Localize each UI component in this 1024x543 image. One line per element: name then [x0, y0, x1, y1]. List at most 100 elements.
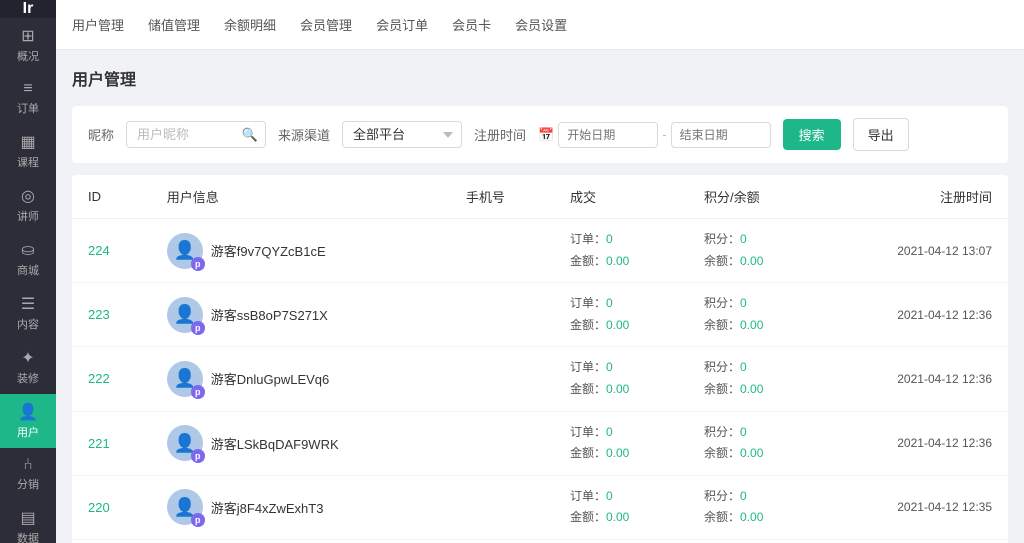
nickname-input-wrap: 🔍: [126, 121, 266, 148]
sidebar-logo: Ir: [0, 0, 56, 18]
page-title: 用户管理: [72, 66, 1008, 90]
table-row: 222👤p游客DnluGpwLEVq6 订单：0金额：0.00积分：0余额：0.0…: [72, 347, 1008, 411]
nav-balance-detail[interactable]: 余额明细: [224, 11, 276, 38]
cell-phone: [450, 475, 554, 539]
data-icon: ▤: [20, 508, 35, 528]
source-select[interactable]: 全部平台 微信 支付宝 H5: [342, 121, 462, 148]
sidebar-item-label: 分销: [17, 476, 39, 492]
top-nav: 用户管理 储值管理 余额明细 会员管理 会员订单 会员卡 会员设置: [56, 0, 1024, 50]
cell-id[interactable]: 219: [72, 539, 151, 543]
cell-phone: [450, 283, 554, 347]
table-header-row: ID 用户信息 手机号 成交 积分/余额 注册时间: [72, 175, 1008, 219]
cell-phone: [450, 539, 554, 543]
cell-deals: 订单：0金额：0.00: [554, 347, 688, 411]
sidebar-item-overview[interactable]: ⊞ 概况: [0, 18, 56, 72]
distribution-icon: ⑃: [23, 456, 33, 474]
col-points-balance: 积分/余额: [688, 175, 822, 219]
table-row: 220👤p游客j8F4xZwExhT3订单：0金额：0.00积分：0余额：0.0…: [72, 475, 1008, 539]
order-icon: ≡: [23, 80, 32, 98]
search-button[interactable]: 搜索: [783, 119, 841, 150]
cell-regtime: 2021-04-12 12:36: [822, 347, 1008, 411]
nav-user-management[interactable]: 用户管理: [72, 11, 124, 38]
main-area: 用户管理 储值管理 余额明细 会员管理 会员订单 会员卡 会员设置 用户管理 昵…: [56, 0, 1024, 543]
cell-userinfo: 👤p游客ssB8oP7S271X: [151, 283, 450, 347]
user-name: 游客DnluGpwLEVq6: [211, 369, 330, 388]
nav-member-settings[interactable]: 会员设置: [515, 11, 567, 38]
cell-phone: [450, 347, 554, 411]
cell-phone: [450, 411, 554, 475]
source-label: 来源渠道: [278, 125, 330, 144]
nav-member-order[interactable]: 会员订单: [376, 11, 428, 38]
date-separator: -: [662, 127, 666, 142]
sidebar-item-user[interactable]: 👤 用户: [0, 394, 56, 448]
table-row: 223👤p游客ssB8oP7S271X 订单：0金额：0.00积分：0余额：0.0…: [72, 283, 1008, 347]
sidebar-item-label: 数据: [17, 530, 39, 543]
sidebar-item-label: 课程: [17, 154, 39, 170]
table-row: 219👤p游客4j4dvdDlgmyH 订单：0金额：0.00积分：0余额：0.0…: [72, 539, 1008, 543]
sidebar-item-label: 用户: [17, 424, 39, 440]
overview-icon: ⊞: [21, 26, 34, 46]
sidebar-item-course[interactable]: ▦ 课程: [0, 124, 56, 178]
col-id: ID: [72, 175, 151, 219]
start-date-input[interactable]: [558, 122, 658, 148]
sidebar-item-label: 讲师: [17, 208, 39, 224]
cell-regtime: 2021-04-12 12:36: [822, 283, 1008, 347]
date-range: 📅 -: [538, 122, 771, 148]
sidebar-item-store[interactable]: ⛀ 商城: [0, 232, 56, 286]
sidebar-item-label: 订单: [17, 100, 39, 116]
user-name: 游客j8F4xZwExhT3: [211, 498, 324, 517]
sidebar-item-content[interactable]: ☰ 内容: [0, 286, 56, 340]
teacher-icon: ◎: [21, 186, 35, 206]
cell-deals: 订单：0金额：0.00: [554, 283, 688, 347]
cell-id[interactable]: 223: [72, 283, 151, 347]
cell-userinfo: 👤p游客LSkBqDAF9WRK: [151, 411, 450, 475]
nav-member-management[interactable]: 会员管理: [300, 11, 352, 38]
search-icon: 🔍: [242, 127, 258, 143]
cell-userinfo: 👤p游客4j4dvdDlgmyH: [151, 539, 450, 543]
col-userinfo: 用户信息: [151, 175, 450, 219]
cell-points-balance: 积分：0余额：0.00: [688, 411, 822, 475]
cell-regtime: 2021-04-12 12:36: [822, 411, 1008, 475]
cell-deals: 订单：0金额：0.00: [554, 411, 688, 475]
store-icon: ⛀: [21, 240, 34, 260]
table-row: 221👤p游客LSkBqDAF9WRK 订单：0金额：0.00积分：0余额：0.0…: [72, 411, 1008, 475]
col-deals: 成交: [554, 175, 688, 219]
cell-id[interactable]: 222: [72, 347, 151, 411]
sidebar-item-teacher[interactable]: ◎ 讲师: [0, 178, 56, 232]
nav-member-card[interactable]: 会员卡: [452, 11, 491, 38]
cell-deals: 订单：0金额：0.00: [554, 219, 688, 283]
col-regtime: 注册时间: [822, 175, 1008, 219]
cell-points-balance: 积分：0余额：0.00: [688, 283, 822, 347]
content-area: 用户管理 昵称 🔍 来源渠道 全部平台 微信 支付宝 H5 注册时间 📅 -: [56, 50, 1024, 543]
user-table: ID 用户信息 手机号 成交 积分/余额 注册时间 224👤p游客f9v7QYZ…: [72, 175, 1008, 543]
sidebar-item-data[interactable]: ▤ 数据: [0, 500, 56, 543]
decoration-icon: ✦: [21, 348, 34, 368]
cell-points-balance: 积分：0余额：0.00: [688, 347, 822, 411]
cell-userinfo: 👤p游客DnluGpwLEVq6: [151, 347, 450, 411]
cell-id[interactable]: 221: [72, 411, 151, 475]
cell-phone: [450, 219, 554, 283]
cell-deals: 订单：0金额：0.00: [554, 475, 688, 539]
cell-points-balance: 积分：0余额：0.00: [688, 475, 822, 539]
export-button[interactable]: 导出: [853, 118, 909, 151]
regtime-label: 注册时间: [474, 125, 526, 144]
cell-regtime: 2021-04-12 13:07: [822, 219, 1008, 283]
cell-id[interactable]: 224: [72, 219, 151, 283]
sidebar-item-order[interactable]: ≡ 订单: [0, 72, 56, 124]
cell-points-balance: 积分：0余额：0.00: [688, 539, 822, 543]
content-icon: ☰: [21, 294, 35, 314]
filter-bar: 昵称 🔍 来源渠道 全部平台 微信 支付宝 H5 注册时间 📅 - 搜索 导出: [72, 106, 1008, 163]
cell-regtime: 2021-04-12 12:35: [822, 475, 1008, 539]
user-icon: 👤: [18, 402, 38, 422]
nav-stored-value[interactable]: 储值管理: [148, 11, 200, 38]
end-date-input[interactable]: [671, 122, 771, 148]
cell-points-balance: 积分：0余额：0.00: [688, 219, 822, 283]
sidebar-item-label: 内容: [17, 316, 39, 332]
sidebar-item-distribution[interactable]: ⑃ 分销: [0, 448, 56, 500]
sidebar: Ir ⊞ 概况 ≡ 订单 ▦ 课程 ◎ 讲师 ⛀ 商城 ☰ 内容 ✦ 装修 👤 …: [0, 0, 56, 543]
sidebar-item-label: 装修: [17, 370, 39, 386]
cell-id[interactable]: 220: [72, 475, 151, 539]
cell-userinfo: 👤p游客f9v7QYZcB1cE: [151, 219, 450, 283]
cell-deals: 订单：0金额：0.00: [554, 539, 688, 543]
sidebar-item-decoration[interactable]: ✦ 装修: [0, 340, 56, 394]
